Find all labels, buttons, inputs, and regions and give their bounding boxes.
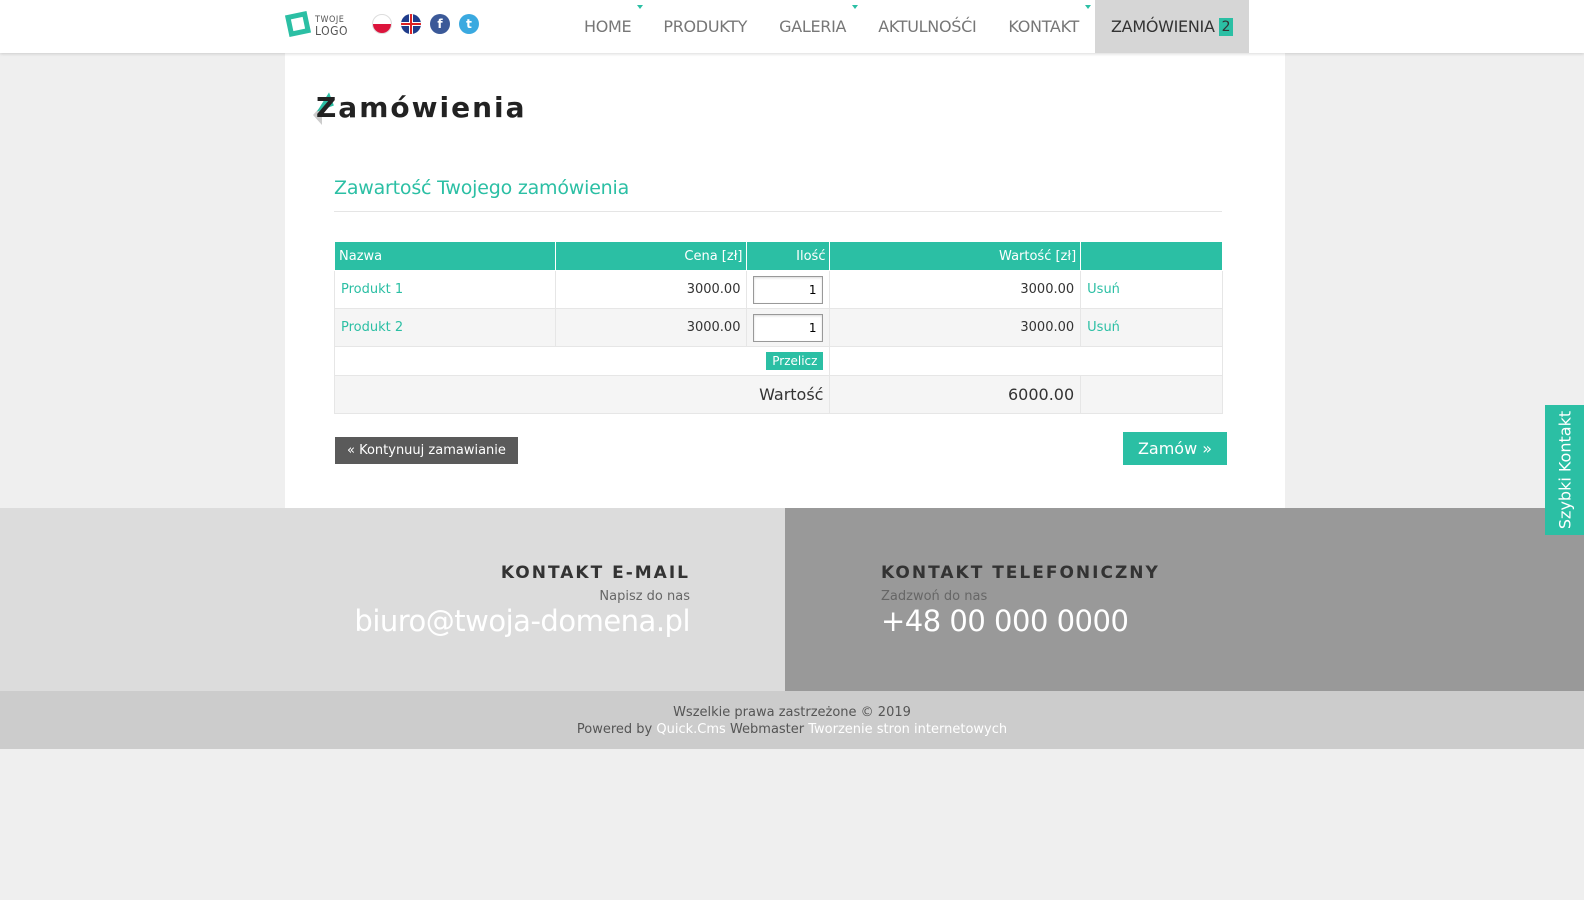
nav-item-produkty[interactable]: PRODUKTY [647,0,763,53]
copyright-text: Wszelkie prawa zastrzeżone © 2019 [673,705,911,720]
column-header-name: Nazwa [334,241,556,271]
nav-item-aktualnosci[interactable]: AKTULNOŚĆI [862,0,992,53]
logo-mark-icon [284,10,312,38]
nav-label: KONTAKT [1008,17,1080,36]
total-value: 6000.00 [829,375,1082,414]
product-link[interactable]: Produkt 1 [341,282,403,297]
total-label: Wartość [333,375,831,414]
logo-line2: LOGO [315,24,348,38]
nav-label: PRODUKTY [663,17,748,36]
value-cell: 3000.00 [829,308,1082,347]
nav-label: ZAMÓWIENIA [1111,17,1215,36]
quick-contact-label: Szybki Kontakt [1555,410,1574,530]
price-cell: 3000.00 [554,270,748,309]
facebook-icon[interactable]: f [430,14,450,34]
email-subtitle: Napisz do nas [599,589,690,604]
language-social-links: f t [372,14,479,34]
nav-label: GALERIA [779,17,847,36]
main-nav: HOME PRODUKTY GALERIA AKTULNOŚĆI KONTAKT… [568,0,1250,53]
site-logo[interactable]: TWOJE LOGO [284,10,349,43]
column-header-value: Wartość [zł] [829,241,1082,271]
nav-item-galeria[interactable]: GALERIA [763,0,862,53]
twitter-icon[interactable]: t [459,14,479,34]
quantity-input[interactable] [753,275,824,304]
column-header-quantity: Ilość [746,241,831,271]
table-row: Produkt 2 3000.00 3000.00 Usuń [334,308,1223,347]
submenu-caret-icon [852,5,859,9]
total-row: Wartość 6000.00 [333,375,1223,414]
quickcms-link[interactable]: Quick.Cms [656,722,725,737]
nav-label: AKTULNOŚĆI [878,17,977,36]
column-header-price: Cena [zł] [554,241,748,271]
email-address[interactable]: biuro@twoja-domena.pl [354,604,690,638]
quick-contact-tab[interactable]: Szybki Kontakt [1545,405,1584,535]
recalculate-button[interactable]: Przelicz [766,352,824,370]
nav-label: HOME [584,17,632,36]
nav-item-home[interactable]: HOME [568,0,647,53]
cart-count-badge: 2 [1218,17,1234,36]
footer-phone-section: KONTAKT TELEFONICZNY Zadzwoń do nas +48 … [785,508,1584,691]
copyright-bar: Wszelkie prawa zastrzeżone © 2019 Powere… [0,691,1584,749]
place-order-button[interactable]: Zamów » [1123,432,1227,465]
continue-shopping-button[interactable]: « Kontynuuj zamawianie [335,437,518,464]
uk-flag-icon[interactable] [401,14,421,34]
page-title: Zamówienia [316,91,527,124]
quantity-input[interactable] [753,313,824,342]
nav-item-kontakt[interactable]: KONTAKT [992,0,1095,53]
footer-email-section: KONTAKT E-MAIL Napisz do nas biuro@twoja… [0,508,785,691]
divider [334,211,1222,212]
table-row: Produkt 1 3000.00 3000.00 Usuń [334,270,1223,309]
table-header-row: Nazwa Cena [zł] Ilość Wartość [zł] [334,241,1223,271]
remove-link[interactable]: Usuń [1087,282,1120,297]
cart-table: Nazwa Cena [zł] Ilość Wartość [zł] Produ… [333,241,1223,414]
webmaster-link[interactable]: Tworzenie stron internetowych [808,722,1007,737]
cart-subtitle: Zawartość Twojego zamówienia [334,177,630,199]
submenu-caret-icon [637,5,644,9]
top-navigation-bar: TWOJE LOGO f t HOME PRODUKTY GALERIA AKT… [0,0,1584,53]
value-cell: 3000.00 [829,270,1082,309]
main-content: Zamówienia Zawartość Twojego zamówienia … [285,53,1285,508]
column-header-actions [1080,241,1223,271]
powered-by-label: Powered by [576,722,653,737]
nav-item-zamowienia[interactable]: ZAMÓWIENIA 2 [1095,0,1250,53]
phone-title: KONTAKT TELEFONICZNY [881,563,1160,583]
polish-flag-icon[interactable] [372,14,392,34]
email-title: KONTAKT E-MAIL [500,563,690,583]
submenu-caret-icon [1085,5,1092,9]
phone-subtitle: Zadzwoń do nas [881,589,988,604]
price-cell: 3000.00 [554,308,748,347]
webmaster-label: Webmaster [729,722,805,737]
remove-link[interactable]: Usuń [1087,320,1120,335]
recalc-row: Przelicz [333,346,1223,376]
phone-number[interactable]: +48 00 000 0000 [881,604,1129,638]
product-link[interactable]: Produkt 2 [341,320,403,335]
